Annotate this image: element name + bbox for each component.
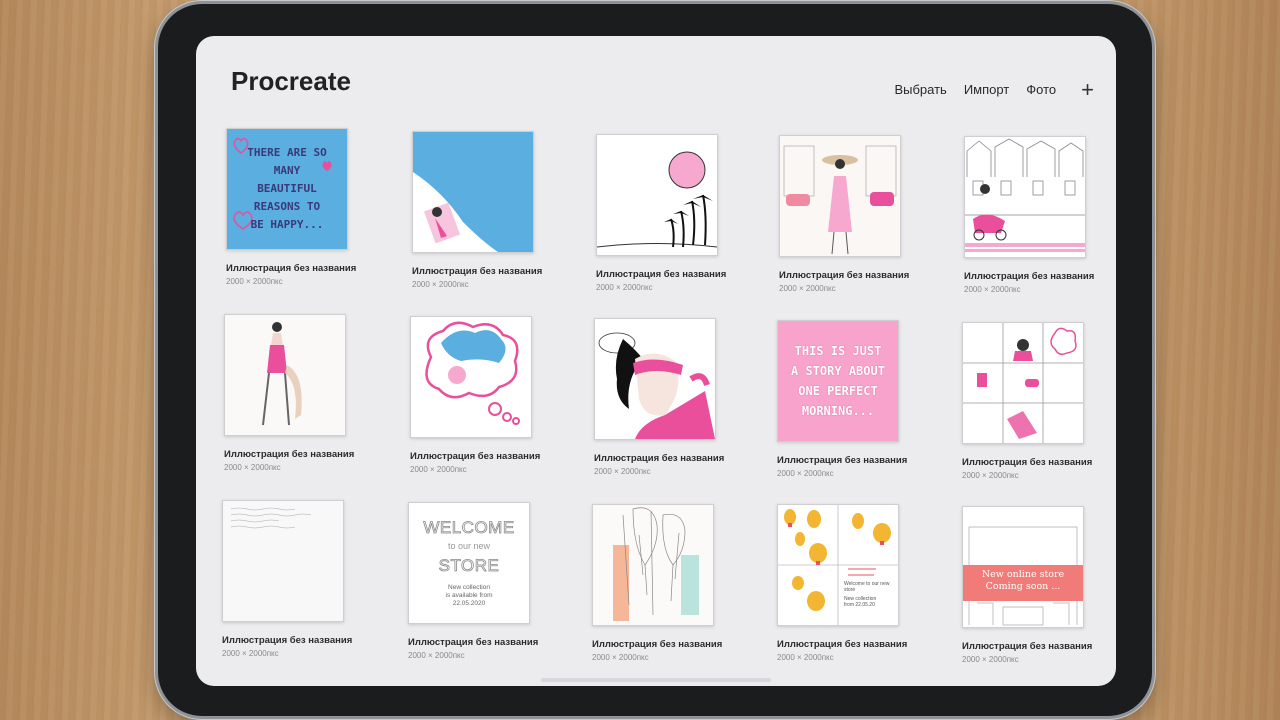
artwork-size: 2000 × 2000пкс [596, 283, 653, 292]
artwork-tile[interactable]: WELCOME to our new STORE New collection … [408, 502, 539, 660]
app-title: Procreate [231, 66, 351, 96]
artwork-tile[interactable]: Иллюстрация без названия 2000 × 2000пкс [410, 316, 541, 474]
artwork-thumbnail[interactable] [410, 316, 532, 438]
artwork-title: Иллюстрация без названия [410, 451, 541, 462]
artwork-thumbnail[interactable]: New online store Coming soon ... [962, 506, 1084, 628]
artwork-title: Иллюстрация без названия [592, 639, 723, 650]
add-canvas-plus-icon[interactable]: + [1081, 79, 1094, 101]
artwork-title: Иллюстрация без названия [594, 453, 725, 464]
artwork-thumbnail[interactable]: Welcome to our new store New collection … [777, 504, 899, 626]
artwork-size: 2000 × 2000пкс [408, 651, 465, 660]
artwork-size: 2000 × 2000пкс [224, 463, 281, 472]
procreate-gallery-screen: Procreate Выбрать Импорт Фото + THERE AR… [196, 36, 1116, 686]
artwork-thumbnail[interactable] [596, 134, 718, 256]
artwork-size: 2000 × 2000пкс [592, 653, 649, 662]
quote-text: THERE ARE SO MANY BEAUTIFUL REASONS TO B… [247, 146, 327, 231]
artwork-title: Иллюстрация без названия [777, 639, 908, 650]
beach-illustration [413, 132, 533, 252]
fashion-girl-street-illustration [780, 136, 900, 256]
artwork-thumbnail[interactable] [964, 136, 1086, 258]
artwork-size: 2000 × 2000пкс [962, 471, 1019, 480]
ipad-device: Procreate Выбрать Импорт Фото + THERE AR… [158, 4, 1152, 716]
artwork-tile[interactable]: Иллюстрация без названия 2000 × 2000пкс [596, 134, 727, 292]
artwork-size: 2000 × 2000пкс [962, 655, 1019, 664]
artwork-tile[interactable]: Иллюстрация без названия 2000 × 2000пкс [594, 318, 725, 476]
welcome-note-line1: Welcome to our new store [844, 581, 890, 593]
artwork-tile[interactable]: Иллюстрация без названия 2000 × 2000пкс [779, 135, 910, 293]
comic-grid-illustration [963, 323, 1083, 443]
artwork-size: 2000 × 2000пкс [412, 280, 469, 289]
artwork-size: 2000 × 2000пкс [594, 467, 651, 476]
artwork-title: Иллюстрация без названия [596, 269, 727, 280]
available-line: is available from [445, 592, 493, 599]
band-line1: New online store [981, 569, 1065, 580]
artwork-tile[interactable]: Иллюстрация без названия 2000 × 2000пкс [224, 314, 355, 472]
date-line: 22.05.2020 [452, 600, 486, 607]
artwork-size: 2000 × 2000пкс [226, 277, 283, 286]
artwork-tile[interactable]: Иллюстрация без названия 2000 × 2000пкс [412, 131, 543, 289]
artwork-size: 2000 × 2000пкс [777, 469, 834, 478]
artwork-thumbnail[interactable] [779, 135, 901, 257]
handwritten-notes-sketch [223, 501, 343, 621]
coming-soon-band: New online store Coming soon ... [963, 565, 1083, 601]
artwork-thumbnail[interactable] [592, 504, 714, 626]
artwork-title: Иллюстрация без названия [412, 266, 543, 277]
artwork-tile[interactable]: Иллюстрация без названия 2000 × 2000пкс [962, 322, 1093, 480]
artwork-tile[interactable]: New online store Coming soon ... Иллюстр… [962, 506, 1093, 664]
store-heading: STORE [438, 556, 500, 576]
photo-button[interactable]: Фото [1026, 82, 1056, 97]
welcome-subheading: to our new [447, 541, 491, 551]
artwork-thumbnail[interactable] [594, 318, 716, 440]
artwork-thumbnail[interactable]: WELCOME to our new STORE New collection … [408, 502, 530, 624]
story-text: THIS IS JUST A STORY ABOUT ONE PERFECT M… [791, 344, 885, 418]
artwork-thumbnail[interactable]: THIS IS JUST A STORY ABOUT ONE PERFECT M… [777, 320, 899, 442]
artwork-tile[interactable]: THIS IS JUST A STORY ABOUT ONE PERFECT M… [777, 320, 908, 478]
artwork-thumbnail[interactable] [412, 131, 534, 253]
artwork-tile[interactable]: Иллюстрация без названия 2000 × 2000пкс [964, 136, 1095, 294]
artwork-tile[interactable]: Иллюстрация без названия 2000 × 2000пкс [592, 504, 723, 662]
artwork-size: 2000 × 2000пкс [777, 653, 834, 662]
welcome-note: Welcome to our new store New collection … [844, 581, 894, 608]
artwork-title: Иллюстрация без названия [777, 455, 908, 466]
artwork-thumbnail[interactable] [222, 500, 344, 622]
artwork-title: Иллюстрация без названия [962, 457, 1093, 468]
watercolor-balloons-illustration [593, 505, 713, 625]
artwork-title: Иллюстрация без названия [962, 641, 1093, 652]
artwork-size: 2000 × 2000пкс [964, 285, 1021, 294]
artwork-thumbnail[interactable] [962, 322, 1084, 444]
artwork-size: 2000 × 2000пкс [222, 649, 279, 658]
band-line2: Coming soon ... [985, 581, 1061, 592]
artwork-title: Иллюстрация без названия [222, 635, 353, 646]
artwork-thumbnail[interactable] [224, 314, 346, 436]
gallery-toolbar: Выбрать Импорт Фото + [894, 79, 1094, 101]
swimsuit-girl-illustration [225, 315, 345, 435]
artwork-tile[interactable]: Welcome to our new store New collection … [777, 504, 908, 662]
artwork-size: 2000 × 2000пкс [779, 284, 836, 293]
artwork-title: Иллюстрация без названия [779, 270, 910, 281]
import-button[interactable]: Импорт [964, 82, 1009, 97]
palm-sunset-illustration [597, 151, 717, 248]
artwork-title: Иллюстрация без названия [964, 271, 1095, 282]
houses-scooter-illustration [965, 137, 1085, 257]
welcome-heading: WELCOME [423, 518, 515, 538]
collection-line: New collection [448, 584, 490, 591]
dream-cloud-illustration [411, 317, 531, 437]
artwork-title: Иллюстрация без названия [226, 263, 357, 274]
home-indicator[interactable] [541, 678, 771, 682]
artwork-title: Иллюстрация без названия [408, 637, 539, 648]
artwork-thumbnail[interactable]: THERE ARE SO MANY BEAUTIFUL REASONS TO B… [226, 128, 348, 250]
welcome-note-line3: from 22.05.20 [844, 602, 875, 608]
artwork-tile[interactable]: THERE ARE SO MANY BEAUTIFUL REASONS TO B… [226, 128, 357, 286]
artwork-title: Иллюстрация без названия [224, 449, 355, 460]
artwork-tile[interactable]: Иллюстрация без названия 2000 × 2000пкс [222, 500, 353, 658]
artwork-size: 2000 × 2000пкс [410, 465, 467, 474]
sleep-mask-girl-illustration [595, 319, 715, 439]
select-button[interactable]: Выбрать [894, 82, 946, 97]
welcome-store-text: WELCOME to our new STORE New collection … [409, 503, 529, 623]
